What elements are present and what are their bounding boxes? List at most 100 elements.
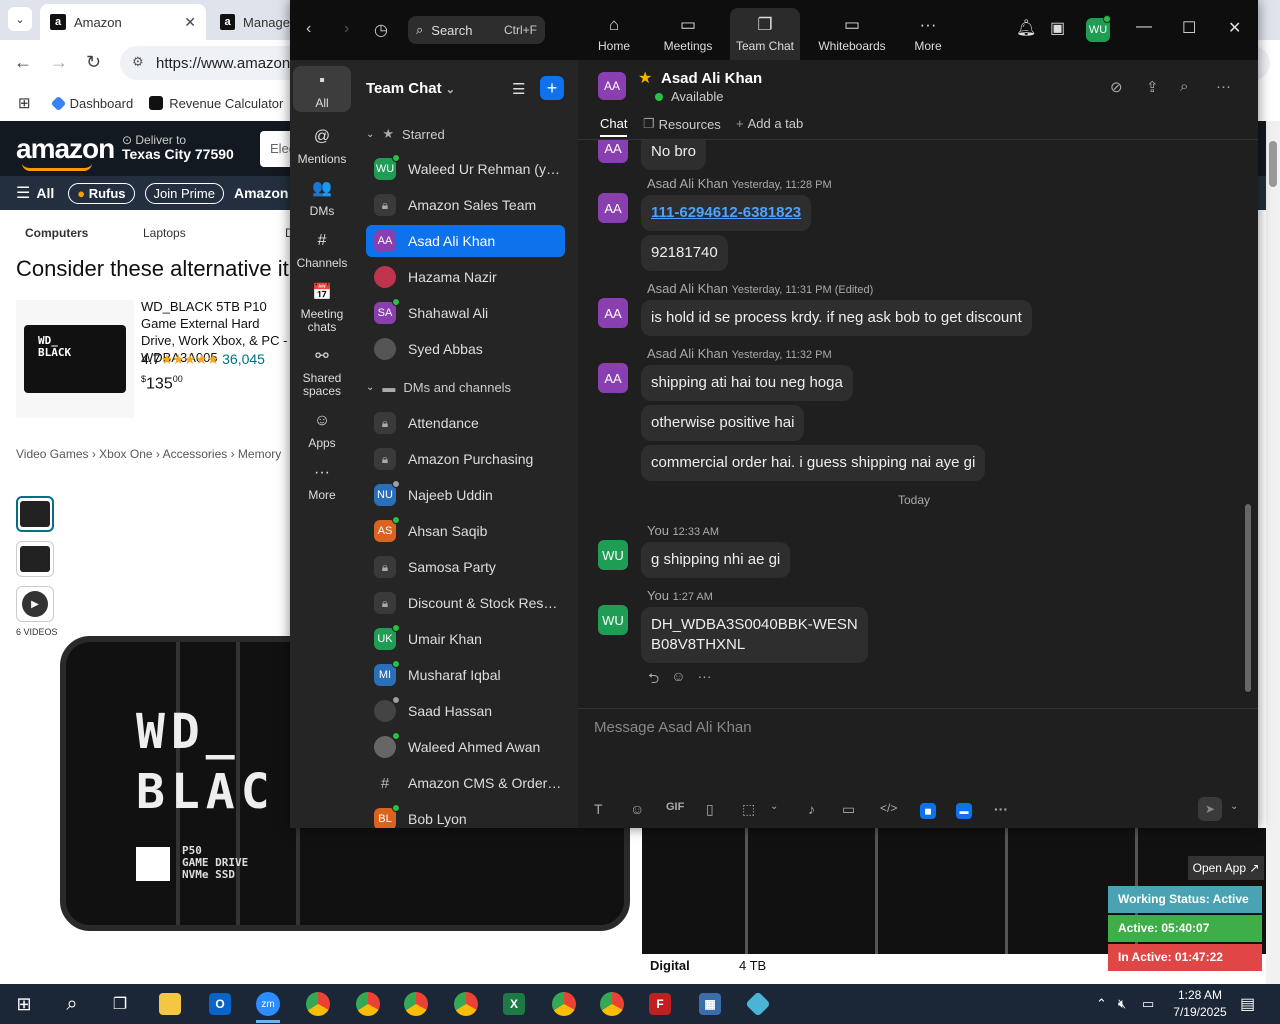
- file-icon[interactable]: ▯: [706, 801, 714, 818]
- app-icon[interactable]: ▬: [956, 803, 972, 819]
- app-icon[interactable]: [742, 988, 774, 1020]
- forward-arrow-icon[interactable]: ›: [344, 20, 349, 38]
- message-bubble[interactable]: 111-6294612-6381823: [641, 195, 812, 231]
- more-options-icon[interactable]: ···: [1216, 78, 1231, 95]
- chevron-up-icon[interactable]: ⌃: [1096, 996, 1107, 1012]
- chat-list-item[interactable]: 🔒︎ Amazon Purchasing: [366, 443, 565, 475]
- windows-start-icon[interactable]: ⊞: [8, 988, 40, 1020]
- message-bubble[interactable]: is hold id se process krdy. if neg ask b…: [641, 300, 1032, 336]
- new-chat-button[interactable]: +: [540, 76, 564, 100]
- hamburger-icon[interactable]: ☰: [16, 183, 30, 203]
- back-arrow-icon[interactable]: ‹: [306, 20, 311, 38]
- amazon-logo[interactable]: amazon: [16, 133, 115, 165]
- message-avatar[interactable]: AA: [598, 193, 628, 223]
- message-bubble[interactable]: No bro: [641, 140, 707, 170]
- open-app-button[interactable]: Open App ↗: [1188, 856, 1264, 880]
- breadcrumb-item[interactable]: Video Games: [16, 447, 89, 461]
- search-icon[interactable]: ⌕: [56, 988, 88, 1020]
- chat-list-item[interactable]: # Amazon CMS & OrderA...: [366, 767, 565, 799]
- video-off-icon[interactable]: ⊘: [1110, 78, 1123, 96]
- chrome-icon[interactable]: [352, 988, 384, 1020]
- message-input[interactable]: Message Asad Ali Khan: [594, 719, 752, 736]
- site-info-icon[interactable]: ⚙: [132, 54, 144, 70]
- message-avatar[interactable]: WU: [598, 605, 628, 635]
- message-bubble[interactable]: otherwise positive hai: [641, 405, 805, 441]
- chat-list-item[interactable]: MI Musharaf Iqbal: [366, 659, 565, 691]
- tab-chat[interactable]: Chat: [600, 116, 628, 137]
- tab-search-dropdown-icon[interactable]: ⌄: [8, 7, 32, 31]
- rail-more[interactable]: ··· More: [293, 458, 351, 504]
- alt-product-rating[interactable]: 4.7★★★★★ 36,045: [141, 351, 265, 368]
- deliver-to-label[interactable]: ⊙ Deliver to: [122, 133, 186, 147]
- nav-all[interactable]: All: [36, 185, 54, 201]
- rail-all[interactable]: ▪ All: [293, 66, 351, 112]
- bookmark-revenue-calculator[interactable]: Revenue Calculator: [149, 96, 283, 111]
- breadcrumb-item[interactable]: Xbox One: [99, 447, 152, 461]
- microphone-icon[interactable]: ♪: [808, 801, 815, 817]
- message-avatar[interactable]: AA: [598, 363, 628, 393]
- forward-arrow-icon[interactable]: →: [50, 52, 68, 73]
- outlook-icon[interactable]: O: [204, 988, 236, 1020]
- rail-apps[interactable]: ☺ Apps: [293, 406, 351, 452]
- starred-section-header[interactable]: ⌄ ★ Starred: [366, 126, 445, 142]
- app-icon[interactable]: ◼: [920, 803, 936, 819]
- chat-scrollbar[interactable]: [1245, 140, 1251, 700]
- volume-muted-icon[interactable]: 🔇︎: [1118, 996, 1126, 1012]
- filezilla-icon[interactable]: F: [644, 988, 676, 1020]
- review-count[interactable]: 36,045: [222, 351, 265, 367]
- zoom-app-icon[interactable]: zm: [252, 988, 284, 1023]
- message-composer[interactable]: Message Asad Ali Khan T ☺ GIF ▯ ⬚ ⌄ ♪ ▭ …: [578, 708, 1258, 828]
- filter-icon[interactable]: ☰: [512, 80, 525, 98]
- chat-list-item[interactable]: 🔒︎ Attendance: [366, 407, 565, 439]
- tab-resources[interactable]: ❐ Resources: [643, 116, 721, 132]
- calculator-icon[interactable]: ▦: [694, 988, 726, 1020]
- message-bubble[interactable]: DH_WDBA3S0040BBK-WESN B08V8THXNL: [641, 607, 868, 663]
- chrome-icon[interactable]: [450, 988, 482, 1020]
- message-avatar[interactable]: AA: [598, 298, 628, 328]
- system-clock[interactable]: 1:28 AM 7/19/2025: [1160, 987, 1240, 1021]
- chat-list-item[interactable]: Saad Hassan: [366, 695, 565, 727]
- message-bubble[interactable]: commercial order hai. i guess shipping n…: [641, 445, 986, 481]
- browser-tab-amazon[interactable]: a Amazon ✕: [40, 4, 206, 40]
- search-icon[interactable]: ⌕: [1180, 78, 1188, 95]
- close-tab-icon[interactable]: ✕: [184, 14, 196, 31]
- rail-shared-spaces[interactable]: ⚯ Shared spaces: [293, 342, 351, 398]
- reply-icon[interactable]: ⮌: [648, 668, 659, 692]
- scrollbar-thumb[interactable]: [1269, 141, 1277, 187]
- chrome-icon[interactable]: [302, 988, 334, 1020]
- bell-icon[interactable]: 🔔︎: [1016, 18, 1036, 38]
- task-view-icon[interactable]: ❐: [104, 988, 136, 1020]
- reload-icon[interactable]: ↻: [86, 52, 101, 73]
- chat-list-item[interactable]: UK Umair Khan: [366, 623, 565, 655]
- contact-name[interactable]: Asad Ali Khan: [661, 70, 762, 87]
- nav-team-chat[interactable]: ❐ Team Chat: [730, 8, 800, 60]
- chat-list-item[interactable]: 🔒︎ Discount & Stock Reser...: [366, 587, 565, 619]
- breadcrumb-item[interactable]: Memory: [238, 447, 281, 461]
- screenshot-icon[interactable]: ⬚: [742, 801, 755, 818]
- send-button[interactable]: ➤: [1198, 797, 1222, 821]
- video-message-icon[interactable]: ▭: [842, 801, 855, 818]
- rufus-pill[interactable]: ● Rufus: [68, 182, 135, 204]
- alt-product-image[interactable]: WD_ BLACK: [16, 300, 134, 418]
- chat-list-title[interactable]: Team Chat ⌄: [366, 80, 455, 97]
- excel-icon[interactable]: X: [498, 988, 530, 1020]
- code-snippet-icon[interactable]: </>: [880, 801, 897, 815]
- chat-list-item[interactable]: SA Shahawal Ali: [366, 297, 565, 329]
- chrome-icon[interactable]: [548, 988, 580, 1020]
- emoji-icon[interactable]: ☺: [630, 801, 644, 817]
- star-icon[interactable]: ★: [638, 68, 652, 88]
- chat-list-item[interactable]: NU Najeeb Uddin: [366, 479, 565, 511]
- bookmark-dashboard[interactable]: Dashboard: [50, 95, 133, 111]
- text-format-icon[interactable]: T: [594, 801, 603, 817]
- message-avatar[interactable]: AA: [598, 140, 628, 163]
- chat-list-item[interactable]: AA Asad Ali Khan: [366, 225, 565, 257]
- tab-add[interactable]: + Add a tab: [736, 116, 803, 131]
- more-options-icon[interactable]: ···: [698, 668, 712, 692]
- chat-list-item[interactable]: 🔒︎ Samosa Party: [366, 551, 565, 583]
- chat-list-item[interactable]: WU Waleed Ur Rehman (you): [366, 153, 565, 185]
- category-laptops[interactable]: Laptops: [143, 226, 285, 240]
- chat-list-item[interactable]: 🔒︎ Amazon Sales Team: [366, 189, 565, 221]
- back-arrow-icon[interactable]: ←: [14, 52, 32, 73]
- rail-dms[interactable]: 👥 DMs: [293, 174, 351, 220]
- rail-mentions[interactable]: @ Mentions: [293, 122, 351, 168]
